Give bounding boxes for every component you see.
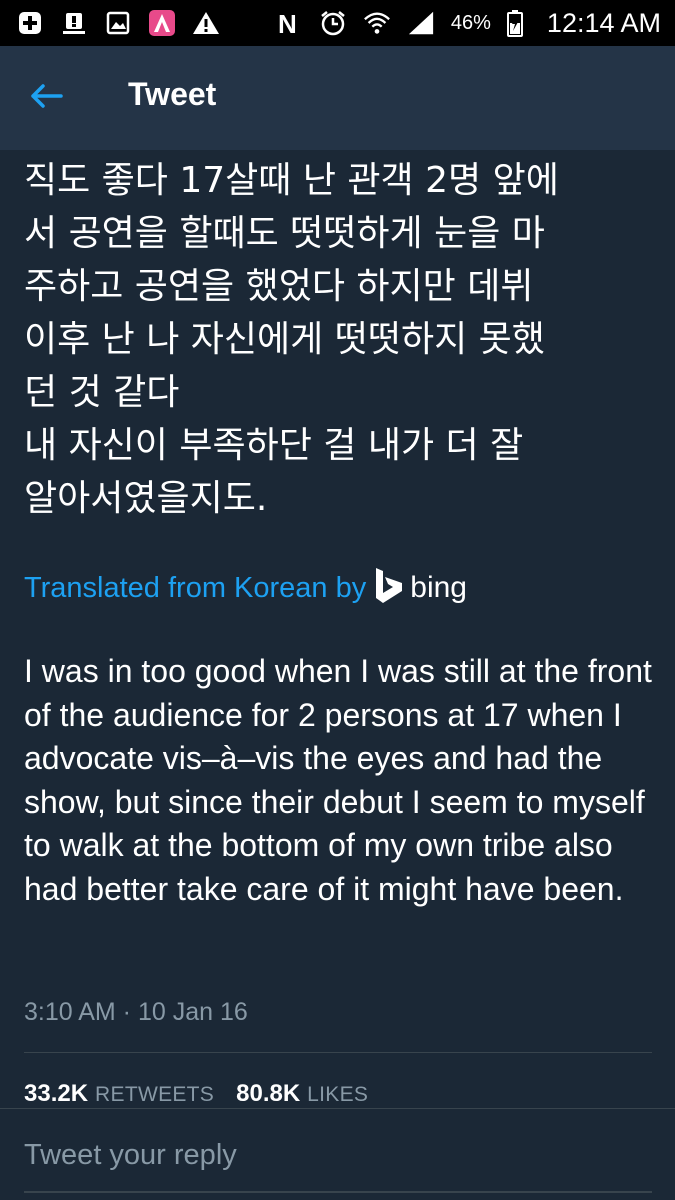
reply-input[interactable] [24, 1131, 652, 1179]
likes-count: 80.8K [236, 1080, 301, 1107]
add-icon [16, 9, 44, 37]
warning-icon [192, 9, 220, 37]
signal-icon [407, 9, 435, 37]
top-app-bar: Tweet [0, 46, 675, 150]
bing-wordmark: bing [410, 571, 467, 604]
back-arrow-icon [29, 83, 63, 113]
svg-text:N: N [278, 9, 297, 37]
status-bar-right: N 46% 12:14 AM [275, 8, 661, 39]
image-icon [104, 9, 132, 37]
status-bar: N 46% 12:14 AM [0, 0, 675, 46]
divider [24, 1052, 652, 1053]
retweets-stat[interactable]: 33.2K RETWEETS [24, 1080, 214, 1108]
bing-logo: bing [374, 568, 467, 608]
app-icon [148, 9, 176, 37]
nfc-icon: N [275, 9, 303, 37]
page-title: Tweet [128, 76, 217, 112]
wifi-icon [363, 9, 391, 37]
battery-icon [506, 9, 523, 37]
reply-underline [24, 1191, 652, 1193]
status-bar-left [16, 9, 220, 37]
alarm-icon [319, 9, 347, 37]
back-button[interactable] [26, 80, 66, 116]
translated-from-label[interactable]: Translated from Korean by [24, 572, 366, 605]
reply-bar [0, 1108, 675, 1200]
translated-text: I was in too good when I was still at th… [24, 653, 652, 907]
likes-label: LIKES [307, 1083, 369, 1106]
tweet-timestamp: 3:10 AM · 10 Jan 16 [24, 998, 248, 1026]
battery-percent: 46% [450, 11, 491, 34]
retweets-label: RETWEETS [95, 1083, 215, 1106]
notification-icon [60, 9, 88, 37]
translation-attribution[interactable]: Translated from Korean by bing [24, 566, 467, 610]
tweet-text: 직도 좋다 17살때 난 관객 2명 앞에 서 공연을 할때도 떳떳하게 눈을 … [24, 160, 559, 519]
bing-icon [374, 568, 404, 608]
status-time: 12:14 AM [546, 7, 661, 38]
retweets-count: 33.2K [24, 1080, 89, 1107]
likes-stat[interactable]: 80.8K LIKES [236, 1080, 368, 1108]
